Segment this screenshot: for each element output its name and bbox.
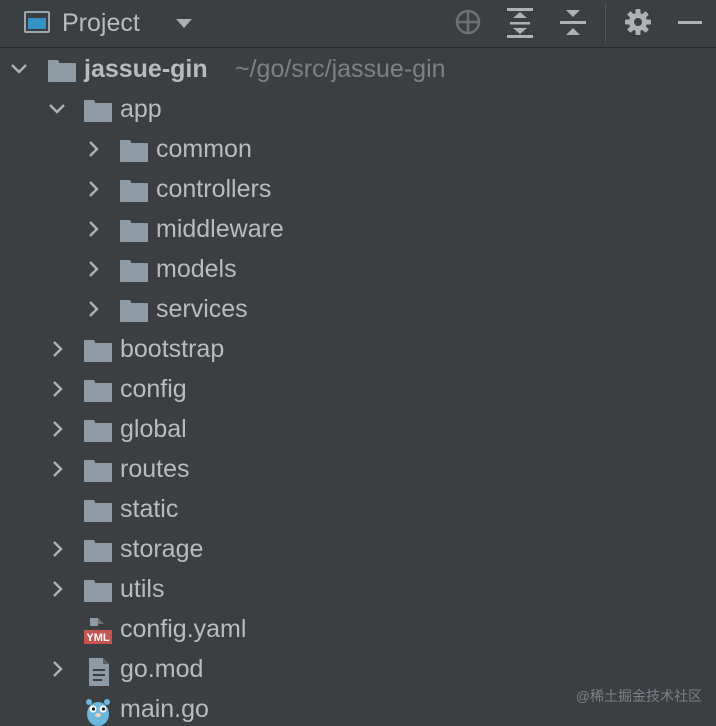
tree-label: jassue-gin [84,55,208,83]
tree-item-global[interactable]: global [0,410,716,450]
yaml-badge-text: YML [86,632,110,644]
toolbar-divider [605,4,606,42]
folder-icon [84,500,112,522]
folder-icon [120,300,148,322]
tree-item-bootstrap[interactable]: bootstrap [0,330,716,370]
expand-all-icon[interactable] [507,8,533,38]
text-file-icon [89,658,109,686]
tree-item-middleware[interactable]: middleware [0,210,716,250]
chevron-right-icon[interactable] [48,580,66,598]
tree-item-app[interactable]: app [0,90,716,130]
tree-label: static [120,495,179,523]
tree-label: routes [120,455,190,483]
folder-icon [120,220,148,242]
project-toolbar: Project [0,0,716,48]
tree-label: controllers [156,175,272,203]
chevron-right-icon[interactable] [84,220,102,238]
folder-icon [120,260,148,282]
folder-icon [84,540,112,562]
tree-label: bootstrap [120,335,225,363]
go-gopher-icon [86,699,110,726]
chevron-right-icon[interactable] [48,540,66,558]
chevron-right-icon[interactable] [48,660,66,678]
folder-icon [120,180,148,202]
caret-down-icon[interactable] [176,19,192,28]
tree-item-services[interactable]: services [0,290,716,330]
gear-icon[interactable] [624,8,652,36]
root-path: ~/go/src/jassue-gin [235,55,446,83]
tree-item-config-yaml[interactable]: YML config.yaml [0,610,716,650]
tree-label: models [156,255,237,283]
chevron-right-icon[interactable] [48,460,66,478]
crosshair-icon[interactable] [455,9,481,35]
tree-label: config.yaml [120,615,247,643]
folder-icon [120,140,148,162]
chevron-right-icon[interactable] [84,140,102,158]
chevron-down-icon[interactable] [48,100,66,118]
folder-icon [84,380,112,402]
chevron-right-icon[interactable] [84,180,102,198]
folder-icon [48,60,76,82]
tree-label: global [120,415,187,443]
tree-label: services [156,295,248,323]
folder-icon [84,100,112,122]
chevron-right-icon[interactable] [48,340,66,358]
tree-item-static[interactable]: static [0,490,716,530]
panel-title[interactable]: Project [62,8,140,38]
yaml-file-icon: YML [84,618,112,644]
tree-label: utils [120,575,165,603]
folder-icon [84,420,112,442]
tree-item-config[interactable]: config [0,370,716,410]
tree-item-controllers[interactable]: controllers [0,170,716,210]
folder-icon [84,460,112,482]
collapse-all-icon[interactable] [560,8,586,38]
tree-label: main.go [120,695,209,723]
chevron-right-icon[interactable] [48,420,66,438]
tree-item-common[interactable]: common [0,130,716,170]
project-tree: jassue-gin ~/go/src/jassue-gin app commo… [0,50,716,726]
chevron-down-icon[interactable] [10,60,28,78]
project-window-icon [24,11,50,33]
tree-label: middleware [156,215,284,243]
tree-item-utils[interactable]: utils [0,570,716,610]
chevron-right-icon[interactable] [84,260,102,278]
tree-item-storage[interactable]: storage [0,530,716,570]
chevron-right-icon[interactable] [48,380,66,398]
folder-icon [84,340,112,362]
tree-item-routes[interactable]: routes [0,450,716,490]
tree-root[interactable]: jassue-gin ~/go/src/jassue-gin [0,50,716,90]
tree-label: app [120,95,162,123]
folder-icon [84,580,112,602]
tree-label: go.mod [120,655,204,683]
tree-label: config [120,375,187,403]
minimize-icon[interactable] [678,21,702,24]
tree-item-models[interactable]: models [0,250,716,290]
chevron-right-icon[interactable] [84,300,102,318]
watermark: @稀土掘金技术社区 [575,688,702,704]
tree-label: common [156,135,252,163]
tree-item-go-mod[interactable]: go.mod [0,650,716,690]
tree-label: storage [120,535,204,563]
